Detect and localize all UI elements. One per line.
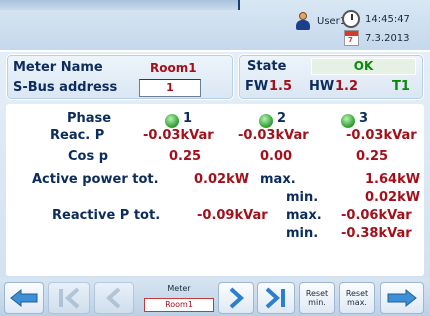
reac-p-phase-2: -0.03kVar <box>238 128 309 143</box>
hw-value: 1.2 <box>335 79 359 94</box>
cos-p-phase-3: 0.25 <box>356 149 389 164</box>
active-min-value: 0.02kW <box>365 190 421 205</box>
reactive-power-value: -0.09kVar <box>197 208 268 223</box>
sbus-address-label: S-Bus address <box>13 80 118 95</box>
reset-min-button[interactable]: Reset min. <box>299 282 335 314</box>
user-indicator[interactable]: User1 <box>294 12 346 30</box>
back-button[interactable] <box>4 282 44 314</box>
phase-2-number: 2 <box>277 111 287 126</box>
phase-3-number: 3 <box>359 111 369 126</box>
date-display: 7.3.2013 <box>365 32 410 44</box>
arrow-right-icon <box>387 288 417 308</box>
state-status-badge: OK <box>311 58 416 75</box>
cos-p-phase-1: 0.25 <box>169 149 202 164</box>
reactive-max-label: max. <box>286 208 322 223</box>
reac-p-label: Reac. P <box>50 128 105 143</box>
first-page-icon <box>59 287 80 309</box>
meter-info-panel: Meter Name Room1 S-Bus address 1 <box>6 54 234 100</box>
meter-name-label: Meter Name <box>13 60 103 75</box>
phase-1-led-icon <box>165 114 179 128</box>
fw-value: 1.5 <box>269 79 293 94</box>
sbus-address-field[interactable]: 1 <box>139 79 201 97</box>
meter-name-value: Room1 <box>150 61 197 75</box>
header-bar: User1 14:45:47 7 7.3.2013 <box>0 0 430 52</box>
reactive-power-label: Reactive P tot. <box>52 208 161 223</box>
forward-button[interactable] <box>380 282 424 314</box>
reset-min-label-bottom: min. <box>308 298 326 307</box>
meter-selector-label: Meter <box>167 284 191 293</box>
time-display: 14:45:47 <box>365 13 410 25</box>
state-label: State <box>247 59 287 74</box>
active-power-label: Active power tot. <box>32 172 159 187</box>
fw-label: FW <box>245 79 269 94</box>
reactive-max-value: -0.06kVar <box>341 208 412 223</box>
chevron-left-icon <box>106 287 121 309</box>
reactive-min-label: min. <box>286 226 319 241</box>
clock: 14:45:47 <box>342 10 410 28</box>
first-button[interactable] <box>48 282 90 314</box>
phase-2-led-icon <box>259 114 273 128</box>
previous-button[interactable] <box>94 282 134 314</box>
cos-p-phase-2: 0.00 <box>260 149 293 164</box>
phase-3-led-icon <box>341 114 355 128</box>
arrow-left-icon <box>10 288 38 308</box>
app-frame: User1 14:45:47 7 7.3.2013 Meter Name Roo… <box>0 0 430 316</box>
user-icon <box>294 12 312 30</box>
header-tab <box>0 0 240 10</box>
meter-selector[interactable]: Room1 <box>144 298 214 312</box>
measurements-panel: Phase 1 2 3 Reac. P -0.03kVar -0.03kVar … <box>6 104 424 276</box>
bottom-toolbar: Meter Room1 Reset min. Reset max. <box>0 278 430 316</box>
last-page-icon <box>265 287 285 309</box>
cos-p-label: Cos p <box>68 149 109 164</box>
reset-max-label-bottom: max. <box>347 298 367 307</box>
hw-label: HW <box>309 79 335 94</box>
clock-icon <box>342 10 360 28</box>
reset-max-label-top: Reset <box>345 289 369 298</box>
calendar-icon: 7 <box>344 30 359 46</box>
reac-p-phase-1: -0.03kVar <box>143 128 214 143</box>
phase-label: Phase <box>67 111 112 126</box>
active-min-label: min. <box>286 190 319 205</box>
state-panel: State OK FW 1.5 HW 1.2 T1 <box>238 54 424 100</box>
reset-max-button[interactable]: Reset max. <box>339 282 375 314</box>
active-max-label: max. <box>260 172 296 187</box>
reset-min-label-top: Reset <box>305 289 329 298</box>
reactive-min-value: -0.38kVar <box>341 226 412 241</box>
last-button[interactable] <box>257 282 295 314</box>
phase-1-number: 1 <box>183 111 193 126</box>
active-power-value: 0.02kW <box>194 172 250 187</box>
date: 7 7.3.2013 <box>344 30 410 46</box>
active-max-value: 1.64kW <box>365 172 421 187</box>
reac-p-phase-3: -0.03kVar <box>346 128 417 143</box>
t-value: T1 <box>392 79 410 94</box>
next-button[interactable] <box>218 282 254 314</box>
chevron-right-icon <box>229 287 244 309</box>
